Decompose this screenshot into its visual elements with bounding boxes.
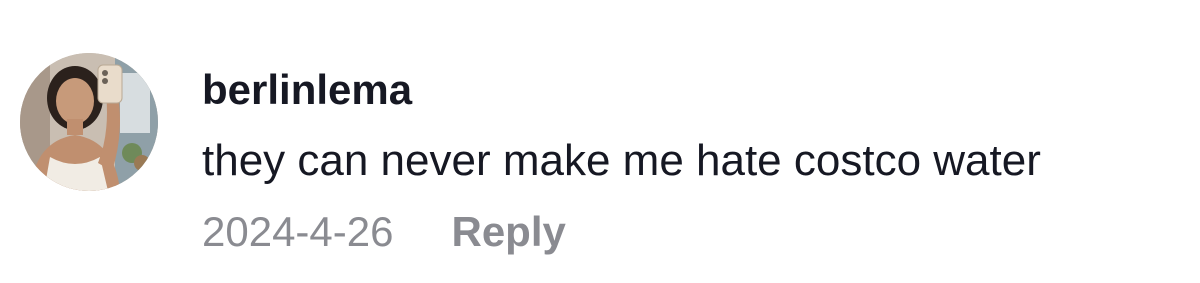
comment-item: berlinlema they can never make me hate c… [0, 0, 1200, 283]
comment-text: they can never make me hate costco water [202, 136, 1041, 185]
username[interactable]: berlinlema [202, 64, 412, 116]
comment-date: 2024-4-26 [202, 208, 394, 255]
reply-button[interactable]: Reply [451, 206, 565, 258]
avatar-photo-icon [20, 53, 158, 191]
comment-meta: 2024-4-26 Reply [202, 204, 566, 260]
avatar[interactable] [20, 53, 158, 191]
